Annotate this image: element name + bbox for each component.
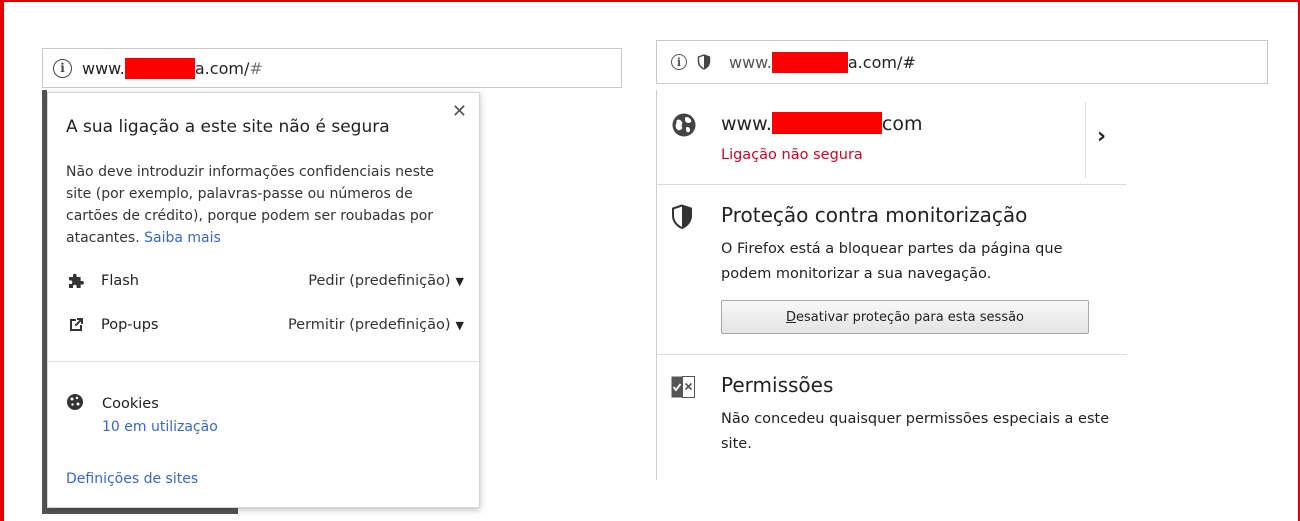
cookies-in-use-link[interactable]: 10 em utilização [102,419,218,435]
description-text: Não deve introduzir informações confiden… [66,164,434,246]
chrome-address-bar[interactable]: i www. a.com/ # [42,48,622,88]
redacted-domain [124,57,195,79]
permissions-icon [671,376,695,402]
url-suffix: a.com/ [194,58,250,78]
site-host: www. com [721,112,923,135]
caret-down-icon: ▼ [455,319,464,332]
firefox-identity-panel: www. com Ligação não segura › Proteção co… [656,90,1127,480]
permission-row-flash: Flash Pedir (predefinição) ▼ [66,271,464,291]
chevron-right-icon[interactable]: › [1097,124,1106,149]
permissions-description: Não concedeu quaisquer permissões especi… [721,411,1110,452]
permission-label: Pop-ups [101,317,159,333]
redacted-domain [771,112,882,134]
host-suffix: com [881,113,923,135]
background-edge-bottom [42,508,238,514]
popup-title: A sua ligação a este site não é segura [66,117,390,137]
learn-more-link[interactable]: Saiba mais [144,230,221,246]
shield-icon [671,204,693,234]
site-settings-link[interactable]: Definições de sites [66,471,198,487]
vertical-separator [1085,102,1086,178]
caret-down-icon: ▼ [455,275,464,288]
permission-row-popups: Pop-ups Permitir (predefinição) ▼ [66,315,464,335]
cookies-label: Cookies [102,396,159,412]
shield-icon[interactable] [697,54,711,70]
chrome-site-info-popup: ✕ A sua ligação a este site não é segura… [47,92,480,508]
redacted-domain [771,51,848,73]
tracking-protection-description: O Firefox está a bloquear partes da pági… [721,241,1063,282]
divider [657,354,1127,355]
globe-icon [671,112,697,142]
info-icon[interactable]: i [53,58,72,78]
puzzle-icon [66,271,86,291]
disable-protection-button[interactable]: Desativar proteção para esta sessão [721,300,1089,334]
divider [657,184,1127,185]
divider [48,361,479,362]
host-prefix: www. [721,113,772,135]
button-label: esativar proteção para esta sessão [796,309,1025,325]
url-prefix: www. [729,52,772,72]
external-link-icon [66,315,86,335]
popup-description: Não deve introduzir informações confiden… [66,161,461,249]
info-icon[interactable]: i [671,54,687,70]
url-suffix: a.com/# [847,52,916,72]
insecure-connection-status: Ligação não segura [721,147,863,163]
button-accesskey: D [785,309,796,325]
url-prefix: www. [82,58,125,78]
cookie-icon [66,393,84,415]
close-icon[interactable]: ✕ [452,101,467,122]
permission-value: Permitir (predefinição) [287,317,451,333]
popups-permission-dropdown[interactable]: Permitir (predefinição) ▼ [288,317,464,333]
tracking-protection-title: Proteção contra monitorização [721,203,1028,227]
permissions-title: Permissões [721,373,834,397]
permission-value: Pedir (predefinição) [308,273,451,289]
firefox-address-bar[interactable]: i www. a.com/# [656,40,1268,84]
url-hash: # [249,58,263,78]
permission-label: Flash [101,273,139,289]
flash-permission-dropdown[interactable]: Pedir (predefinição) ▼ [308,273,464,289]
